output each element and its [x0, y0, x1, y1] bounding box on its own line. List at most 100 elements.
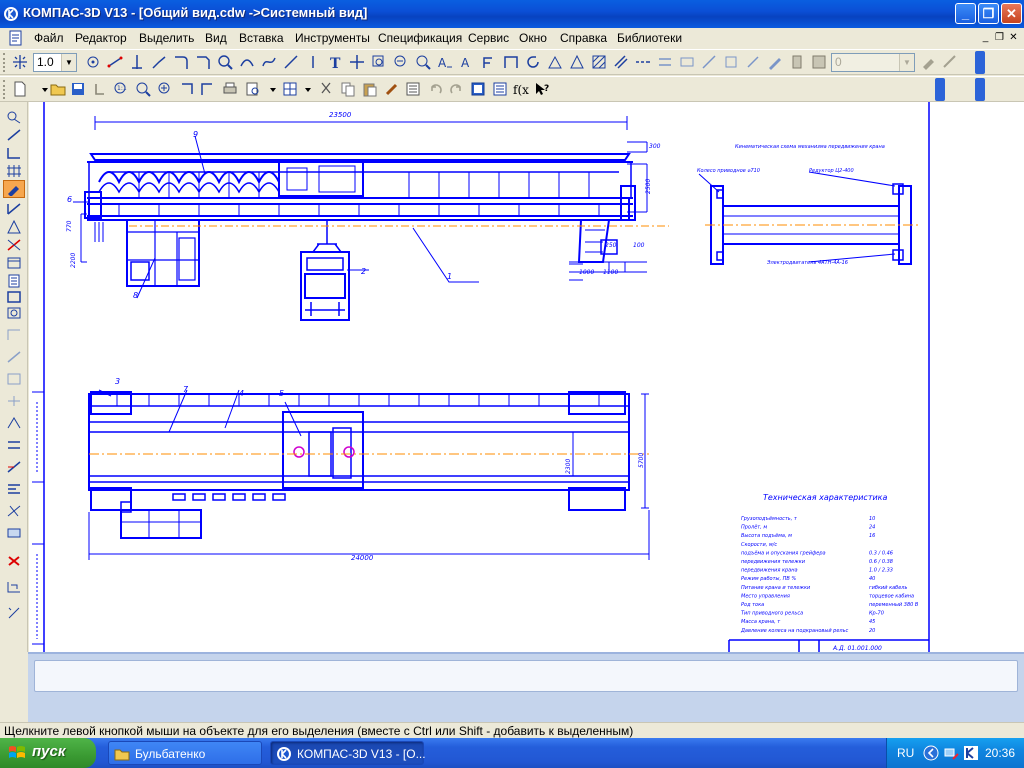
mdi-minimize-button[interactable]: _ [980, 33, 991, 44]
constraints-icon[interactable] [6, 238, 22, 252]
chevron-down-icon[interactable] [265, 81, 281, 97]
triangle-icon[interactable] [569, 54, 585, 70]
point-icon[interactable] [85, 54, 101, 70]
menu-view[interactable]: Вид [205, 31, 227, 45]
title-bar[interactable]: КОМПАС-3D V13 - [Общий вид.cdw ->Системн… [0, 0, 1024, 28]
menu-edit[interactable]: Редактор [75, 31, 127, 45]
save-icon[interactable] [70, 81, 86, 97]
zoom-all-icon[interactable] [415, 54, 431, 70]
axis-line-icon[interactable] [635, 54, 651, 70]
menu-select[interactable]: Выделить [139, 31, 194, 45]
measure-icon[interactable]: A [437, 54, 453, 70]
style-icon[interactable] [921, 54, 937, 70]
undo-arrow-icon[interactable] [92, 81, 108, 97]
mdi-close-button[interactable]: ✕ [1008, 33, 1019, 44]
open-folder-icon[interactable] [50, 81, 66, 97]
layers-icon[interactable] [789, 54, 805, 70]
network-icon[interactable] [943, 745, 959, 761]
spline-icon[interactable] [261, 54, 277, 70]
chevron-down-icon[interactable] [300, 81, 316, 97]
maximize-button[interactable]: ❐ [978, 3, 999, 24]
zoom-window-icon[interactable] [135, 81, 151, 97]
drawing-canvas[interactable]: 23500 300 2500 250 100 1000 1100 770 220… [29, 102, 1024, 652]
dimensions-icon[interactable] [6, 128, 22, 142]
tool-l-icon[interactable] [6, 606, 22, 620]
redo-icon[interactable] [448, 81, 464, 97]
layer-manager-icon[interactable] [811, 54, 827, 70]
view-manager-icon[interactable] [282, 81, 298, 97]
pan-icon[interactable] [179, 81, 195, 97]
close-button[interactable]: ✕ [1001, 3, 1022, 24]
menu-service[interactable]: Сервис [468, 31, 509, 45]
edit-style-icon[interactable] [942, 54, 958, 70]
tool-j-icon[interactable] [6, 526, 22, 540]
menu-specification[interactable]: Спецификация [378, 31, 462, 45]
mdi-restore-button[interactable]: ❐ [994, 33, 1005, 44]
menu-window[interactable]: Окно [519, 31, 547, 45]
arc-icon[interactable] [239, 54, 255, 70]
cut-icon[interactable] [318, 81, 334, 97]
start-button[interactable]: пуск [0, 738, 96, 768]
polyline-icon[interactable] [151, 54, 167, 70]
chevron-down-icon[interactable]: ▼ [61, 54, 76, 71]
trim-icon[interactable] [701, 54, 717, 70]
menu-insert[interactable]: Вставка [239, 31, 284, 45]
tool-k-icon[interactable] [6, 580, 22, 594]
equidistant-icon[interactable] [657, 54, 673, 70]
toolbar-overflow-button[interactable] [935, 78, 945, 101]
parametrization-active-tool[interactable] [3, 180, 25, 198]
toolbar-grip[interactable] [3, 53, 7, 72]
text-icon[interactable]: T [327, 54, 343, 70]
tool-d-icon[interactable] [6, 394, 22, 408]
tool-a-icon[interactable] [6, 328, 22, 342]
fill-icon[interactable] [613, 54, 629, 70]
paste-icon[interactable] [362, 81, 378, 97]
zoom-1-1-icon[interactable]: 1:1 [113, 81, 129, 97]
hatch-icon[interactable] [591, 54, 607, 70]
help-pointer-icon[interactable]: ? [534, 81, 550, 97]
properties-icon[interactable] [405, 81, 421, 97]
break-icon[interactable] [723, 54, 739, 70]
edit-panel-icon[interactable] [6, 164, 22, 178]
zoom-in-icon[interactable] [217, 54, 233, 70]
print-preview-icon[interactable] [245, 81, 261, 97]
collinear-icon[interactable] [679, 54, 695, 70]
chamfer-icon[interactable] [195, 54, 211, 70]
leader-icon[interactable] [481, 54, 497, 70]
chevron-down-icon[interactable]: ▼ [899, 54, 914, 71]
minimize-button[interactable]: _ [955, 3, 976, 24]
menu-file[interactable]: Файл [34, 31, 64, 45]
kompas-tray-icon[interactable] [963, 745, 979, 761]
delete-tool-icon[interactable] [6, 554, 22, 568]
variables-icon[interactable]: f(x) [513, 81, 529, 97]
undo-icon[interactable] [428, 81, 444, 97]
toolbar-grip[interactable] [3, 80, 7, 99]
taskbar-item-folder[interactable]: Бульбатенко [108, 741, 262, 765]
rotate-icon[interactable] [525, 54, 541, 70]
taskbar-item-kompas[interactable]: КОМПАС-3D V13 - [О... [270, 741, 426, 765]
tool-f-icon[interactable] [6, 438, 22, 452]
tool-h-icon[interactable] [6, 482, 22, 496]
language-indicator[interactable]: RU [897, 746, 914, 760]
tray-arrow-icon[interactable] [923, 745, 939, 761]
tool-e-icon[interactable] [6, 416, 22, 430]
tool-b-icon[interactable] [6, 350, 22, 364]
vertical-line-icon[interactable] [305, 54, 321, 70]
print-icon[interactable] [222, 81, 238, 97]
fragment-library-icon[interactable] [6, 306, 22, 320]
tool-i-icon[interactable] [6, 504, 22, 518]
base-icon[interactable] [503, 54, 519, 70]
spec-panel-icon[interactable] [6, 290, 22, 304]
toolbar-overflow-button[interactable] [975, 51, 985, 74]
zoom-out-icon[interactable] [393, 54, 409, 70]
menu-libraries[interactable]: Библиотеки [617, 31, 682, 45]
document-icon[interactable] [9, 30, 23, 46]
roughness-icon[interactable] [547, 54, 563, 70]
fillet-icon[interactable] [173, 54, 189, 70]
snap-grid-icon[interactable] [12, 54, 28, 70]
properties-input-area[interactable] [34, 660, 1018, 692]
menu-help[interactable]: Справка [560, 31, 607, 45]
layer-combo[interactable]: 0 ▼ [831, 53, 915, 72]
symbols-icon[interactable] [6, 146, 22, 160]
select-panel-icon[interactable] [6, 220, 22, 234]
